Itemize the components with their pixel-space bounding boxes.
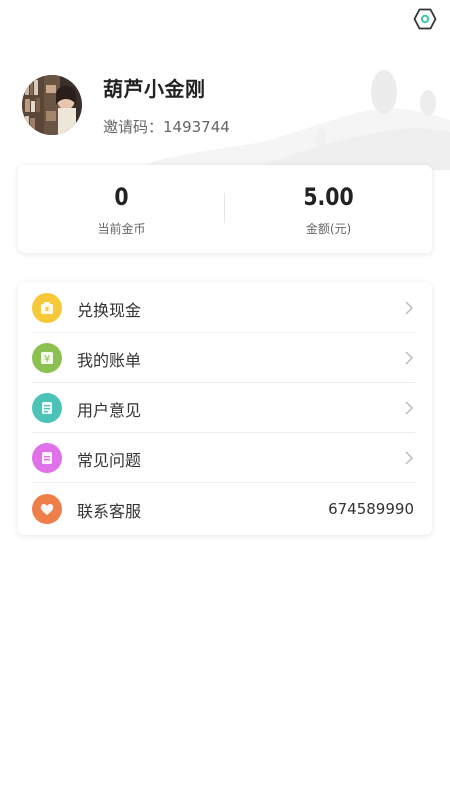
menu-item-exchange-cash[interactable]: 兑换现金 [18, 283, 432, 333]
faq-icon [32, 443, 62, 473]
svg-text:¥: ¥ [44, 354, 50, 365]
yuan-bill-icon: ¥ [32, 343, 62, 373]
settings-button[interactable] [412, 6, 438, 32]
avatar[interactable] [22, 75, 82, 135]
chevron-right-icon [405, 451, 414, 465]
menu-item-faq[interactable]: 常见问题 [18, 433, 432, 483]
menu-item-my-bills[interactable]: ¥ 我的账单 [18, 333, 432, 383]
chevron-right-icon [405, 401, 414, 415]
coins-stat[interactable]: 0 当前金币 [18, 165, 225, 253]
feedback-icon [32, 393, 62, 423]
menu-item-label: 我的账单 [77, 351, 142, 370]
coins-label: 当前金币 [97, 222, 146, 236]
user-nickname: 葫芦小金刚 [103, 77, 206, 101]
avatar-image [22, 75, 82, 135]
menu-item-label: 兑换现金 [77, 301, 142, 320]
menu-card: 兑换现金 ¥ 我的账单 用户意见 常见问题 联系客服 674589990 [18, 282, 432, 535]
amount-stat[interactable]: 5.00 金额(元) [225, 165, 432, 253]
menu-item-user-feedback[interactable]: 用户意见 [18, 383, 432, 433]
support-contact-number[interactable]: 674589990 [328, 500, 414, 518]
menu-divider [32, 482, 415, 483]
invite-code: 邀请码：1493744 [103, 118, 230, 136]
chevron-right-icon [405, 351, 414, 365]
stats-card: 0 当前金币 5.00 金额(元) [18, 165, 432, 253]
amount-label: 金额(元) [305, 222, 352, 236]
wallet-icon [32, 293, 62, 323]
menu-item-label: 用户意见 [77, 401, 142, 420]
menu-item-label: 联系客服 [77, 502, 142, 521]
amount-value: 5.00 [303, 183, 354, 211]
chevron-right-icon [405, 301, 414, 315]
coins-value: 0 [114, 183, 129, 211]
heart-icon [32, 494, 62, 524]
menu-item-contact-support[interactable]: 联系客服 674589990 [18, 484, 432, 534]
menu-item-label: 常见问题 [77, 451, 142, 470]
settings-hexagon-icon [413, 8, 437, 30]
